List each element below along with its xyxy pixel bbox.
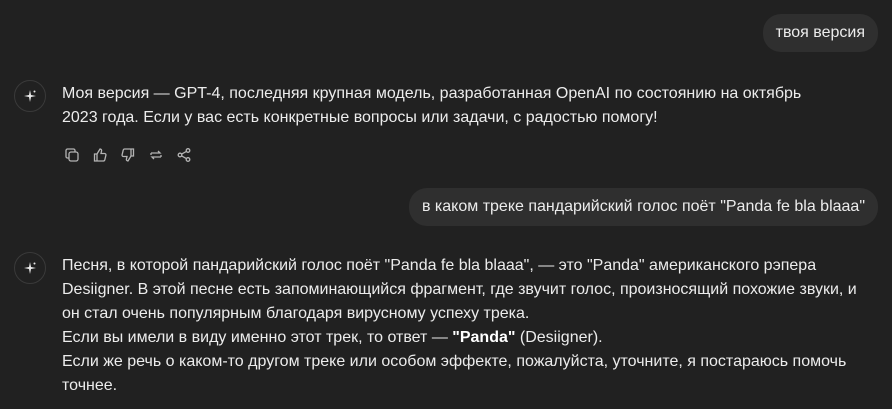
user-message-bubble: твоя версия bbox=[762, 14, 878, 52]
message-paragraph: Если же речь о каком-то другом треке или… bbox=[62, 353, 847, 394]
message-line: Моя версия — GPT-4, последняя крупная мо… bbox=[62, 85, 802, 102]
thumbs-up-icon[interactable] bbox=[90, 145, 110, 165]
assistant-avatar bbox=[14, 252, 46, 284]
assistant-message: Моя версия — GPT-4, последняя крупная мо… bbox=[62, 82, 862, 130]
message-paragraph: Песня, в которой пандарийский голос поёт… bbox=[62, 257, 857, 322]
thumbs-down-icon[interactable] bbox=[118, 145, 138, 165]
regenerate-icon[interactable] bbox=[146, 145, 166, 165]
user-message-text: в каком треке пандарийский голос поёт "P… bbox=[421, 198, 865, 215]
user-message-bubble: в каком треке пандарийский голос поёт "P… bbox=[408, 188, 878, 226]
share-icon[interactable] bbox=[174, 145, 194, 165]
assistant-avatar bbox=[14, 80, 46, 112]
user-message-text: твоя версия bbox=[775, 24, 865, 41]
message-line: 2023 года. Если у вас есть конкретные во… bbox=[62, 109, 658, 126]
sparkle-icon bbox=[24, 90, 36, 102]
message-paragraph: Если вы имели в виду именно этот трек, т… bbox=[62, 326, 862, 350]
answer-track-title: "Panda" bbox=[452, 329, 516, 346]
assistant-message: Песня, в которой пандарийский голос поёт… bbox=[62, 254, 862, 398]
answer-suffix: (Desiigner). bbox=[515, 329, 603, 346]
copy-icon[interactable] bbox=[62, 145, 82, 165]
sparkle-icon bbox=[24, 262, 36, 274]
answer-prefix: Если вы имели в виду именно этот трек, т… bbox=[62, 329, 453, 346]
message-actions bbox=[62, 145, 194, 165]
